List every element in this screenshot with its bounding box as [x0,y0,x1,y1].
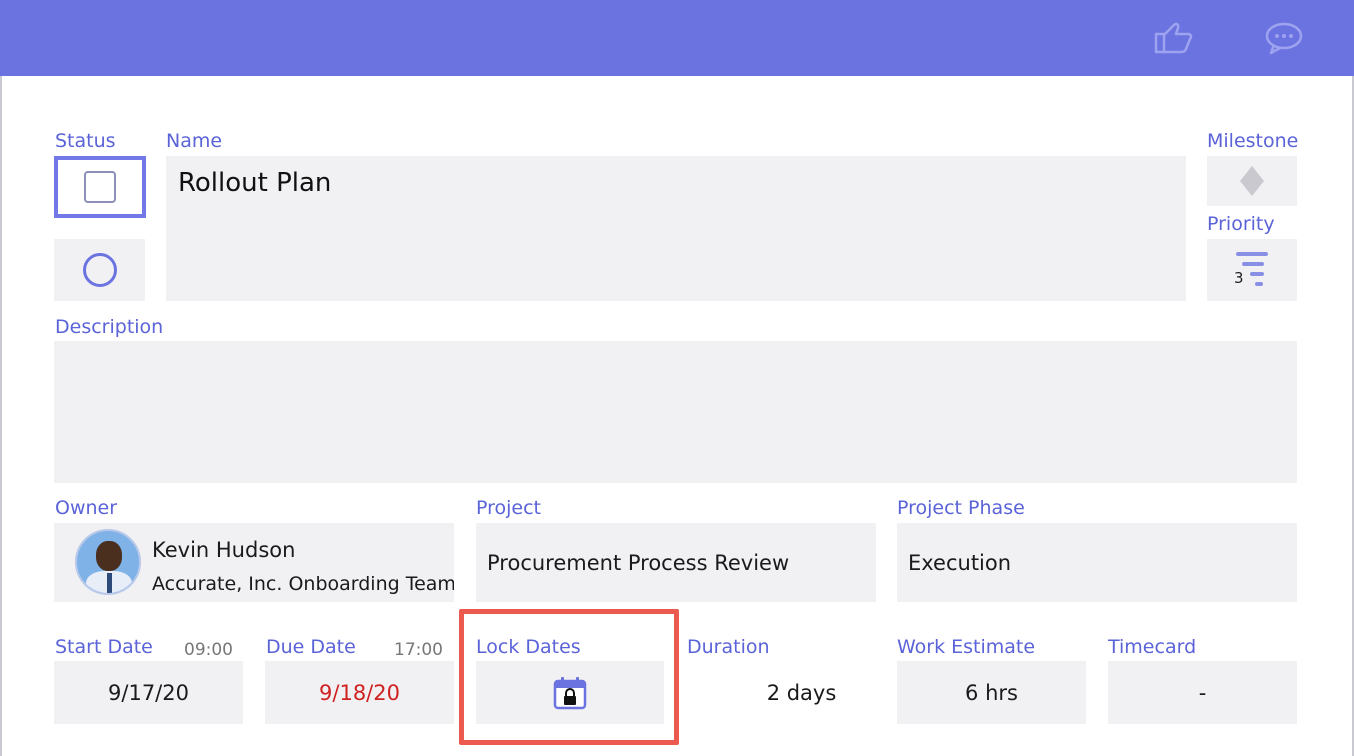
due-date-field[interactable]: 9/18/20 [265,661,454,724]
avatar [75,529,141,595]
name-value: Rollout Plan [178,168,332,198]
project-field[interactable]: Procurement Process Review [476,523,876,602]
name-label: Name [166,130,223,152]
due-time[interactable]: 17:00 [394,639,443,661]
start-date-field[interactable]: 9/17/20 [54,661,243,724]
window-border-left [0,0,2,756]
circle-icon [82,253,117,287]
priority-label: Priority [1207,213,1275,235]
name-field[interactable]: Rollout Plan [166,156,1186,301]
duration-label: Duration [687,636,770,658]
start-time[interactable]: 09:00 [184,639,233,661]
owner-field[interactable]: Kevin Hudson Accurate, Inc. Onboarding T… [54,523,454,602]
description-field[interactable] [54,341,1297,483]
thumbs-up-icon[interactable] [1150,18,1194,58]
timecard-field[interactable]: - [1108,661,1297,724]
owner-team: Accurate, Inc. Onboarding Team [152,573,454,595]
lock-dates-highlight [459,609,679,745]
status-label: Status [55,130,116,152]
start-date-value: 9/17/20 [108,680,189,705]
work-estimate-label: Work Estimate [897,636,1036,658]
project-value: Procurement Process Review [487,550,790,575]
status-circle-toggle[interactable] [54,239,145,301]
duration-field[interactable]: 2 days [687,661,876,724]
start-date-label: Start Date [55,636,153,658]
milestone-toggle[interactable] [1207,156,1297,206]
priority-selector[interactable]: 3 [1207,239,1297,301]
chat-bubble-icon[interactable] [1262,18,1306,58]
timecard-label: Timecard [1108,636,1197,658]
project-phase-label: Project Phase [897,497,1025,519]
status-checkbox[interactable] [54,156,146,218]
timecard-value: - [1198,680,1207,705]
work-estimate-value: 6 hrs [965,680,1018,705]
header-bar [0,0,1354,76]
work-estimate-field[interactable]: 6 hrs [897,661,1086,724]
due-date-label: Due Date [266,636,356,658]
owner-label: Owner [55,497,118,519]
diamond-icon [1240,166,1264,196]
duration-value: 2 days [766,680,837,705]
owner-name: Kevin Hudson [152,538,296,562]
project-label: Project [476,497,542,519]
project-phase-field[interactable]: Execution [897,523,1297,602]
project-phase-value: Execution [908,550,1012,575]
due-date-value: 9/18/20 [319,680,400,705]
priority-value: 3 [1234,269,1244,287]
checkbox-square [84,171,116,203]
milestone-label: Milestone [1207,130,1299,152]
description-label: Description [55,316,164,338]
